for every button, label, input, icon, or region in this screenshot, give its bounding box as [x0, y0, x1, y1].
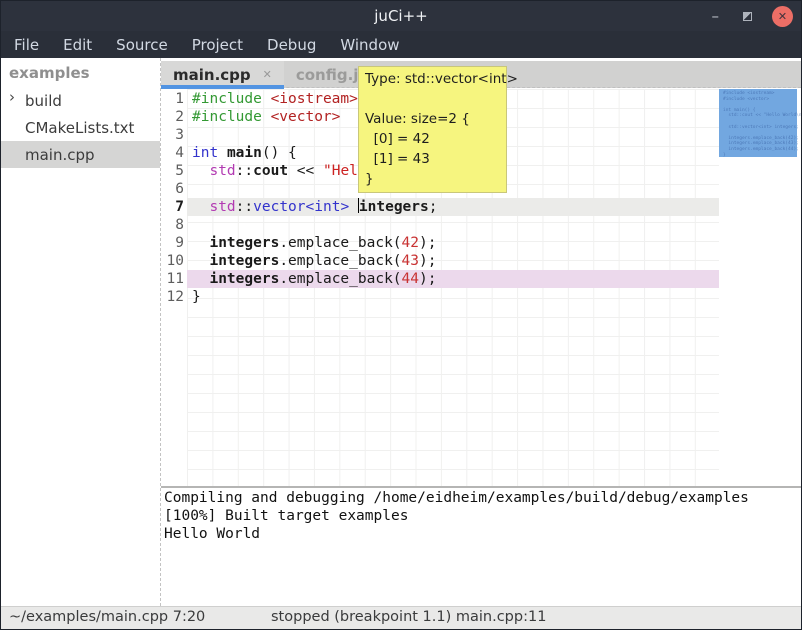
minimap-visible-region[interactable]: #include <iostream> #include <vector> in… [719, 89, 797, 157]
tooltip-line: Value: size=2 { [365, 109, 500, 129]
code-token: cout [253, 163, 288, 179]
line-number: 2 [161, 108, 187, 126]
code-token: << [288, 163, 323, 179]
tooltip-line: [0] = 42 [365, 129, 500, 149]
code-line[interactable]: std::vector<int> integers; [187, 198, 719, 216]
menu-item-project[interactable]: Project [180, 31, 255, 58]
code-token: integers [359, 199, 429, 215]
project-root-label: examples [1, 58, 160, 87]
menu-item-edit[interactable]: Edit [51, 31, 104, 58]
code-line[interactable]: integers.emplace_back(43); [187, 252, 719, 270]
code-token: ); [419, 271, 436, 287]
code-token: <iostream> [271, 91, 358, 107]
code-token: :: [236, 163, 253, 179]
tooltip-line: Type: std::vector<int> [365, 69, 500, 89]
code-token [192, 199, 209, 215]
code-token: 42 [402, 235, 419, 251]
code-token [192, 163, 209, 179]
line-number: 12 [161, 288, 187, 306]
code-token: integers [209, 253, 279, 269]
minimap[interactable]: #include <iostream> #include <vector> in… [719, 89, 797, 486]
sidebar-item-build[interactable]: › build [1, 87, 160, 114]
code-token: :: [236, 199, 253, 215]
code-token [192, 271, 209, 287]
restore-icon[interactable] [743, 12, 752, 21]
code-token [349, 199, 358, 215]
console-line: [100%] Built target examples [164, 507, 801, 525]
code-token: int [192, 145, 218, 161]
console-line: Compiling and debugging /home/eidheim/ex… [164, 489, 801, 507]
close-icon[interactable]: ✕ [772, 6, 793, 27]
line-number: 10 [161, 252, 187, 270]
code-token: main [227, 145, 262, 161]
title-bar: juCi++ – ✕ [1, 1, 801, 31]
code-token: } [192, 289, 201, 305]
code-token [218, 145, 227, 161]
line-number: 6 [161, 180, 187, 198]
menu-item-debug[interactable]: Debug [255, 31, 328, 58]
debug-value-tooltip: Type: std::vector<int> Value: size=2 { [… [358, 66, 507, 193]
code-token: vector<int> [253, 199, 349, 215]
line-number-gutter: 123456789101112 [161, 90, 187, 306]
code-token: 43 [402, 253, 419, 269]
line-number: 9 [161, 234, 187, 252]
code-token: ); [419, 235, 436, 251]
status-file-position: ~/examples/main.cpp 7:20 [9, 609, 205, 625]
menu-item-source[interactable]: Source [104, 31, 180, 58]
line-number: 1 [161, 90, 187, 108]
code-token: std [209, 199, 235, 215]
code-token: ); [419, 253, 436, 269]
window-title: juCi++ [374, 7, 427, 25]
sidebar-item-label: build [25, 92, 62, 110]
sidebar-item-label: main.cpp [25, 146, 95, 164]
sidebar-item-main-cpp[interactable]: main.cpp [1, 141, 160, 168]
code-token: .emplace_back( [279, 271, 401, 287]
code-token: () { [262, 145, 297, 161]
code-token: .emplace_back( [279, 253, 401, 269]
app-window: juCi++ – ✕ FileEditSourceProjectDebugWin… [0, 0, 802, 630]
code-line[interactable]: integers.emplace_back(42); [187, 234, 719, 252]
sidebar-item-cmakelists-txt[interactable]: CMakeLists.txt [1, 114, 160, 141]
code-line[interactable]: } [187, 288, 719, 306]
menu-item-file[interactable]: File [2, 31, 51, 58]
line-number: 4 [161, 144, 187, 162]
code-line[interactable]: integers.emplace_back(44); [187, 270, 719, 288]
code-token: #include [192, 91, 271, 107]
window-controls: – ✕ [708, 1, 794, 31]
status-debug-state: stopped (breakpoint 1.1) main.cpp:11 [271, 609, 546, 625]
minimap-code-preview: #include <iostream> #include <vector> in… [719, 89, 797, 158]
line-number: 8 [161, 216, 187, 234]
file-tree-sidebar: examples › build CMakeLists.txt main.cpp [1, 58, 161, 606]
sidebar-item-label: CMakeLists.txt [25, 119, 134, 137]
chevron-right-icon[interactable]: › [9, 88, 15, 106]
code-token: std [209, 163, 235, 179]
tab-close-icon[interactable]: ✕ [263, 68, 272, 81]
debug-console[interactable]: Compiling and debugging /home/eidheim/ex… [161, 486, 801, 606]
code-token: <vector> [271, 109, 341, 125]
code-line[interactable] [187, 216, 719, 234]
menu-item-window[interactable]: Window [328, 31, 411, 58]
line-number: 7 [161, 198, 187, 216]
code-token: integers [209, 271, 279, 287]
tooltip-line: [1] = 43 [365, 149, 500, 169]
tab-label: main.cpp [173, 66, 251, 84]
status-bar: ~/examples/main.cpp 7:20 stopped (breakp… [1, 606, 801, 629]
line-number: 11 [161, 270, 187, 288]
menu-bar: FileEditSourceProjectDebugWindow [1, 31, 801, 58]
tooltip-line: } [365, 169, 500, 189]
line-number: 5 [161, 162, 187, 180]
console-line: Hello World [164, 525, 801, 543]
code-token [192, 253, 209, 269]
tab-main-cpp[interactable]: main.cpp ✕ [161, 61, 284, 88]
code-token [192, 235, 209, 251]
code-token: 44 [402, 271, 419, 287]
tooltip-line [365, 89, 500, 109]
code-token: ; [429, 199, 438, 215]
code-token: #include [192, 109, 271, 125]
code-token: .emplace_back( [279, 235, 401, 251]
line-number: 3 [161, 126, 187, 144]
code-token: integers [209, 235, 279, 251]
minimize-icon[interactable]: – [708, 11, 724, 21]
